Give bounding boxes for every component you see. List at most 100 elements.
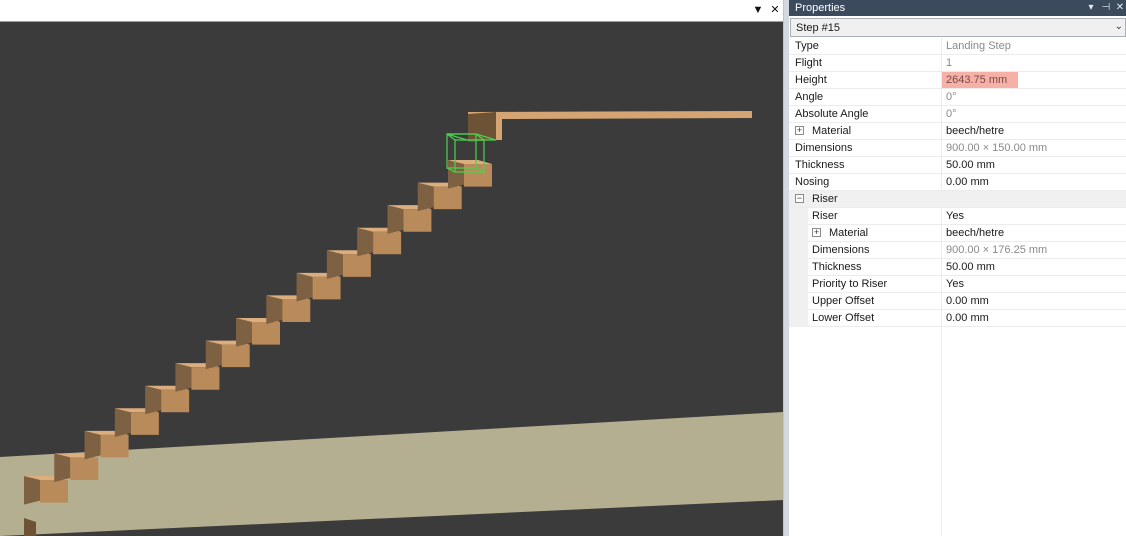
pin-icon[interactable]: ⊣ xyxy=(1100,0,1112,16)
property-value[interactable]: 0.00 mm xyxy=(946,176,989,189)
property-name: Thickness xyxy=(812,261,862,273)
close-icon[interactable]: ✕ xyxy=(1114,0,1126,16)
property-value[interactable]: 50.00 mm xyxy=(946,261,995,274)
property-name: Material xyxy=(812,125,852,137)
property-row[interactable]: Upper Offset 0.00 mm xyxy=(789,293,1126,310)
object-selector-value: Step #15 xyxy=(796,22,841,34)
properties-titlebar: Properties ▾ ⊣ ✕ xyxy=(789,0,1126,16)
expand-icon[interactable]: + xyxy=(812,228,821,237)
property-name: Riser xyxy=(812,193,838,205)
indent-strip xyxy=(789,242,808,259)
step-front xyxy=(433,186,462,210)
property-name: Angle xyxy=(795,91,824,103)
step-riser xyxy=(114,408,131,437)
property-value: 900.00 × 150.00 mm xyxy=(946,142,1048,154)
property-row[interactable]: Type Landing Step xyxy=(789,38,1126,55)
step-front xyxy=(40,480,68,503)
property-row[interactable]: Riser Yes xyxy=(789,208,1126,225)
step-front xyxy=(130,412,159,435)
step-front xyxy=(221,344,250,368)
property-name: Absolute Angle xyxy=(795,108,869,120)
property-name: Thickness xyxy=(795,159,845,171)
step-riser xyxy=(448,160,464,189)
step-front xyxy=(342,254,371,277)
property-row[interactable]: Lower Offset 0.00 mm xyxy=(789,310,1126,327)
property-row[interactable]: Absolute Angle 0° xyxy=(789,106,1126,123)
property-row[interactable]: Nosing 0.00 mm xyxy=(789,174,1126,191)
close-icon[interactable]: ✕ xyxy=(768,2,782,18)
step-riser xyxy=(266,295,283,324)
property-row[interactable]: Dimensions 900.00 × 176.25 mm xyxy=(789,242,1126,259)
step-front xyxy=(373,231,402,255)
step-front xyxy=(100,434,129,458)
step-riser xyxy=(205,340,222,370)
indent-strip xyxy=(789,310,808,327)
step-riser xyxy=(387,205,404,234)
indent-strip xyxy=(789,293,808,310)
property-name: Flight xyxy=(795,57,822,69)
property-value[interactable]: Yes xyxy=(946,278,964,291)
property-category[interactable]: − Riser xyxy=(789,191,1126,208)
property-row[interactable]: Flight 1 xyxy=(789,55,1126,72)
dropdown-icon[interactable]: ▾ xyxy=(1085,0,1097,16)
landing-slab xyxy=(468,111,752,140)
property-row[interactable]: + Material beech/hetre xyxy=(789,225,1126,242)
properties-title: Properties xyxy=(795,2,846,14)
viewport-pane: ▼ ✕ xyxy=(0,0,783,536)
property-value: 900.00 × 176.25 mm xyxy=(946,244,1048,256)
property-name: Height xyxy=(795,74,827,86)
landing-slab-side xyxy=(468,112,496,142)
property-name: Upper Offset xyxy=(812,295,875,307)
3d-viewport[interactable] xyxy=(0,22,783,536)
property-row[interactable]: Angle 0° xyxy=(789,89,1126,106)
property-value: 0° xyxy=(946,108,957,120)
step-front xyxy=(161,389,190,413)
indent-strip xyxy=(789,276,808,293)
step-front xyxy=(312,276,341,300)
step-front xyxy=(252,322,280,345)
step-riser xyxy=(296,272,313,302)
property-name: Type xyxy=(795,40,819,52)
indent-strip xyxy=(789,259,808,276)
step-riser xyxy=(54,453,71,482)
property-value[interactable]: beech/hetre xyxy=(946,125,1004,138)
property-value[interactable]: 0.00 mm xyxy=(946,295,989,308)
property-grid: Type Landing Step Flight 1 Height 2643.75 mm A… xyxy=(789,38,1126,536)
property-name: Material xyxy=(829,227,869,239)
step-riser xyxy=(236,318,252,347)
object-selector[interactable]: Step #15 ⌄ xyxy=(790,18,1126,37)
step-front xyxy=(191,367,220,390)
property-value[interactable]: 0.00 mm xyxy=(946,312,989,325)
property-name: Riser xyxy=(812,210,838,222)
indent-strip xyxy=(789,225,808,242)
property-row[interactable]: Priority to Riser Yes xyxy=(789,276,1126,293)
collapse-icon[interactable]: − xyxy=(795,194,804,203)
property-row[interactable]: Height 2643.75 mm xyxy=(789,72,1126,89)
staircase-scene xyxy=(0,111,783,536)
property-value[interactable]: Yes xyxy=(946,210,964,223)
property-name: Lower Offset xyxy=(812,312,875,324)
step-riser xyxy=(145,385,162,415)
chevron-down-icon[interactable]: ⌄ xyxy=(1115,20,1123,34)
dropdown-triangle-icon[interactable]: ▼ xyxy=(751,2,765,18)
property-row[interactable]: + Material beech/hetre xyxy=(789,123,1126,140)
property-value: 0° xyxy=(946,91,957,103)
property-row[interactable]: Dimensions 900.00 × 150.00 mm xyxy=(789,140,1126,157)
properties-panel: Properties ▾ ⊣ ✕ Step #15 ⌄ Type Landing … xyxy=(789,0,1126,536)
expand-icon[interactable]: + xyxy=(795,126,804,135)
property-row[interactable]: Thickness 50.00 mm xyxy=(789,157,1126,174)
property-value[interactable]: beech/hetre xyxy=(946,227,1004,240)
property-value: 1 xyxy=(946,57,953,69)
step-riser xyxy=(84,430,101,460)
property-row[interactable]: Thickness 50.00 mm xyxy=(789,259,1126,276)
step-riser xyxy=(175,363,192,392)
property-name: Priority to Riser xyxy=(812,278,888,290)
property-name: Dimensions xyxy=(795,142,853,154)
step-riser xyxy=(417,182,434,212)
property-name: Nosing xyxy=(795,176,830,188)
property-value[interactable]: 50.00 mm xyxy=(946,159,995,172)
step-front xyxy=(464,164,492,187)
step-riser xyxy=(357,227,374,257)
property-value[interactable]: 2643.75 mm xyxy=(942,72,1018,88)
property-name: Dimensions xyxy=(812,244,870,256)
